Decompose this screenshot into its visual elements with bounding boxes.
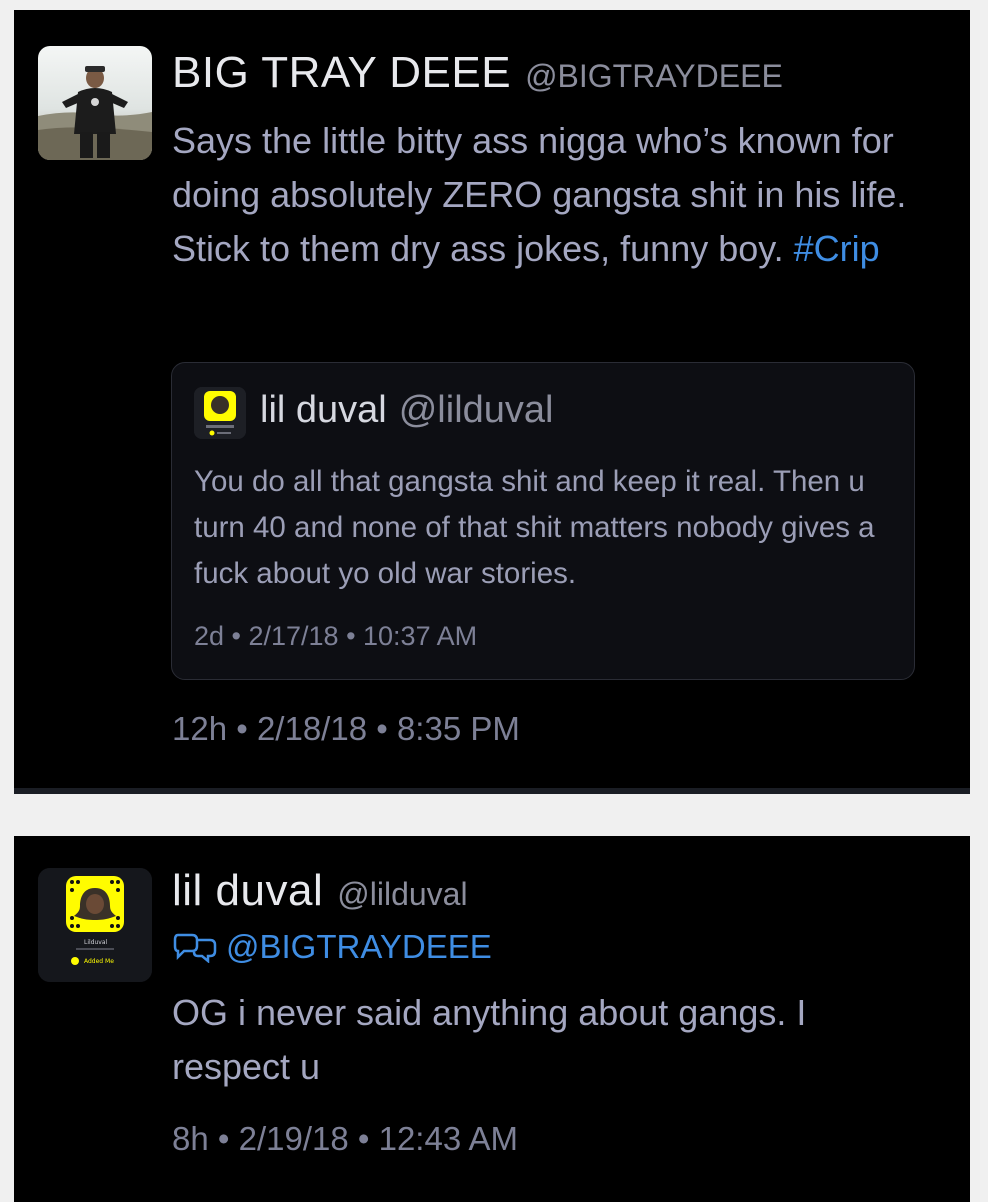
author-handle[interactable]: @lilduval [337,876,467,912]
avatar[interactable]: Lilduval Added Me [38,868,152,982]
avatar-photo [38,46,152,160]
quoted-header: lil duval @lilduval [260,389,553,432]
reply-to-handle[interactable]: @BIGTRAYDEEE [226,928,492,966]
snapcode-icon [194,387,246,439]
author-name[interactable]: lil duval [172,866,323,915]
author-handle[interactable]: @BIGTRAYDEEE [525,58,783,94]
quoted-avatar[interactable] [194,387,246,439]
quoted-timestamp: 2d • 2/17/18 • 10:37 AM [194,621,478,651]
tweet-header: lil duval @lilduval [172,866,468,916]
reply-bubble-icon [173,933,217,963]
quoted-author-name[interactable]: lil duval [260,389,387,431]
quoted-author-handle[interactable]: @lilduval [399,389,554,431]
snapcode-icon: Lilduval Added Me [38,868,152,982]
author-name[interactable]: BIG TRAY DEEE [172,48,511,97]
tweet-card-1[interactable]: BIG TRAY DEEE @BIGTRAYDEEE Says the littl… [14,10,970,794]
tweet-card-2[interactable]: Lilduval Added Me lil duval @lilduval @BI… [14,836,970,1202]
quoted-tweet[interactable]: lil duval @lilduval You do all that gangs… [171,362,915,680]
tweet-text: OG i never said anything about gangs. I … [172,992,807,1087]
avatar[interactable] [38,46,152,160]
snapcode-status: Added Me [84,958,114,965]
tweet-header: BIG TRAY DEEE @BIGTRAYDEEE [172,48,783,98]
divider [14,788,970,794]
tweet-timestamp[interactable]: 8h • 2/19/18 • 12:43 AM [172,1120,518,1158]
hashtag-link[interactable]: #Crip [794,228,880,269]
reply-to[interactable]: @BIGTRAYDEEE [172,928,492,966]
quoted-text: You do all that gangsta shit and keep it… [194,465,875,590]
tweet-timestamp[interactable]: 12h • 2/18/18 • 8:35 PM [172,710,520,748]
tweet-text: Says the little bitty ass nigga who’s kn… [172,114,932,276]
snapcode-caption: Lilduval [84,939,108,946]
